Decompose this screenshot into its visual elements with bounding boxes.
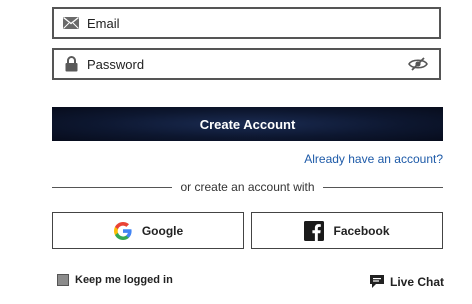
divider-text: or create an account with [180,180,315,194]
email-input[interactable] [87,9,439,37]
google-button-label: Google [141,223,184,238]
password-field[interactable] [52,48,441,80]
envelope-icon [62,14,80,32]
facebook-icon [304,220,325,241]
email-field[interactable] [52,7,441,39]
keep-logged-in-label: Keep me logged in [75,274,173,286]
facebook-signup-button[interactable]: Facebook [251,212,443,249]
password-input[interactable] [87,50,407,78]
live-chat-link[interactable]: Live Chat [369,274,444,289]
social-divider: or create an account with [52,179,444,195]
checkbox-box[interactable] [57,274,69,286]
signup-form: Create Account Already have an account? … [0,0,472,304]
live-chat-label: Live Chat [389,274,444,289]
divider-line-right [322,186,444,188]
chat-bubble-icon [369,274,385,289]
lock-icon [62,55,80,73]
eye-slash-icon[interactable] [407,55,429,73]
create-account-button[interactable]: Create Account [52,107,443,141]
google-signup-button[interactable]: Google [52,212,244,249]
already-have-account-link[interactable]: Already have an account? [304,152,443,166]
facebook-button-label: Facebook [333,223,390,238]
keep-logged-in-checkbox[interactable]: Keep me logged in [57,274,173,286]
divider-line-left [52,186,173,188]
google-icon [113,221,133,241]
